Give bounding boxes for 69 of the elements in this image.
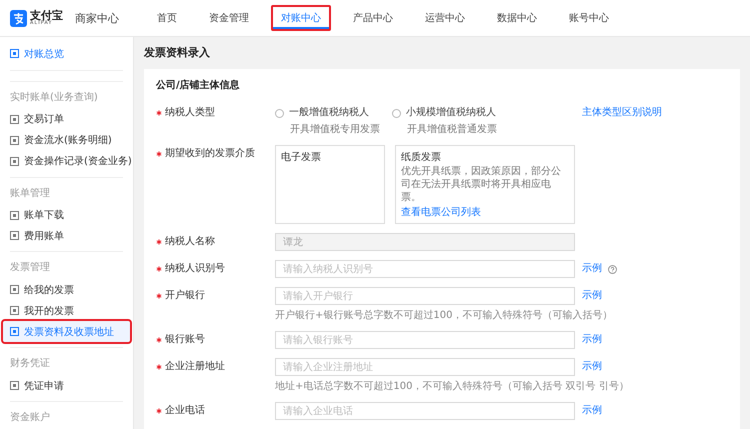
radio-option[interactable]: 一般增值税纳税人 xyxy=(275,104,380,122)
sidebar-item[interactable]: 资金流水(账务明细) xyxy=(3,130,130,151)
sidebar-group-title: 财务凭证 xyxy=(9,356,51,372)
sidebar-item[interactable]: 资金操作记录(资金业务) xyxy=(3,150,130,172)
document-icon xyxy=(10,136,19,145)
document-icon xyxy=(10,285,19,294)
example-link[interactable]: 示例 xyxy=(582,358,602,376)
sidebar-group-title: 发票管理 xyxy=(9,261,51,276)
help-icon[interactable] xyxy=(608,264,617,274)
field-label: 企业电话 xyxy=(156,402,268,420)
nav-tab[interactable]: 资金管理 xyxy=(199,5,259,31)
option-note: 开具增值税普通发票 xyxy=(406,122,497,136)
nav-tab[interactable]: 产品中心 xyxy=(343,5,403,31)
alipay-logo-icon xyxy=(10,10,27,26)
sidebar-group-title: 账单管理 xyxy=(9,186,51,201)
example-link[interactable]: 示例 xyxy=(582,331,602,349)
field-hint: 开户银行+银行账号总字数不可超过100，不可输入特殊符号（可输入括号） xyxy=(275,308,614,322)
nav-tab[interactable]: 首页 xyxy=(147,5,187,31)
field-label: 纳税人类型 xyxy=(156,104,268,122)
medium-option-card[interactable]: 电子发票 xyxy=(275,145,386,224)
example-link[interactable]: 示例 xyxy=(582,402,602,420)
document-icon xyxy=(10,49,19,58)
text-field[interactable]: 请输入开户银行 xyxy=(275,287,575,305)
sidebar-item[interactable]: 账单下载 xyxy=(3,204,130,226)
section-title: 公司/店铺主体信息 xyxy=(156,78,241,92)
field-label: 企业注册地址 xyxy=(156,358,268,376)
nav-tab[interactable]: 运营中心 xyxy=(415,5,475,31)
sidebar-item[interactable]: 凭证申请 xyxy=(3,375,130,396)
option-title: 纸质发票 xyxy=(401,150,442,164)
example-link[interactable]: 示例 xyxy=(582,260,602,278)
document-icon xyxy=(10,231,19,240)
option-description: 优先开具纸票，因政策原因，部分公司在无法开具纸票时将开具相应电票。 xyxy=(401,165,562,204)
document-icon xyxy=(10,156,19,166)
option-title: 电子发票 xyxy=(281,150,322,164)
sidebar-item[interactable]: 我开的发票 xyxy=(3,300,130,322)
text-field[interactable]: 请输入企业注册地址 xyxy=(275,358,575,376)
sidebar-group-title: 实时账单(业务查询) xyxy=(9,90,99,105)
text-field[interactable]: 请输入银行账号 xyxy=(275,331,575,349)
document-icon xyxy=(10,114,19,124)
nav-tab[interactable]: 数据中心 xyxy=(487,5,547,31)
field-label: 纳税人名称 xyxy=(156,233,268,251)
text-field[interactable]: 请输入企业电话 xyxy=(275,402,575,420)
field-label: 期望收到的发票介质 xyxy=(156,145,268,163)
medium-option-card[interactable]: 纸质发票 优先开具纸票，因政策原因，部分公司在无法开具纸票时将开具相应电票。 查看电票公司列表 xyxy=(395,145,575,224)
page-title: 发票资料录入 xyxy=(144,45,211,61)
field-label: 开户银行 xyxy=(156,287,268,305)
product-name: 商家中心 xyxy=(75,10,119,26)
option-note: 开具增值税专用发票 xyxy=(289,122,380,136)
text-field[interactable]: 请输入纳税人识别号 xyxy=(275,260,575,278)
sidebar-group-title: 资金账户 xyxy=(9,410,51,426)
field-label: 纳税人识别号 xyxy=(156,260,268,278)
logo-text: 支付宝 xyxy=(30,10,63,21)
example-link[interactable]: 示例 xyxy=(582,287,602,305)
radio-option[interactable]: 小规模增值税纳税人 xyxy=(392,104,497,122)
sidebar-item[interactable]: 交易订单 xyxy=(3,108,130,130)
document-icon xyxy=(10,210,19,220)
company-list-link[interactable]: 查看电票公司列表 xyxy=(401,205,569,219)
field-label: 银行账号 xyxy=(156,331,268,349)
sidebar-item[interactable]: 对账总览 xyxy=(3,43,130,65)
sidebar-item[interactable]: 给我的发票 xyxy=(3,279,130,300)
sidebar-item[interactable]: 费用账单 xyxy=(3,226,130,246)
nav-tab[interactable]: 对账中心 xyxy=(271,5,331,31)
document-icon xyxy=(10,381,19,390)
help-link[interactable]: 主体类型区别说明 xyxy=(582,104,662,122)
nav-tab[interactable]: 账号中心 xyxy=(559,5,619,31)
document-icon xyxy=(10,327,19,336)
document-icon xyxy=(10,306,19,316)
field-hint: 地址+电话总字数不可超过100，不可输入特殊符号（可输入括号 双引号 引号） xyxy=(275,380,630,393)
sidebar-item[interactable]: 发票资料及收票地址 xyxy=(3,321,130,342)
